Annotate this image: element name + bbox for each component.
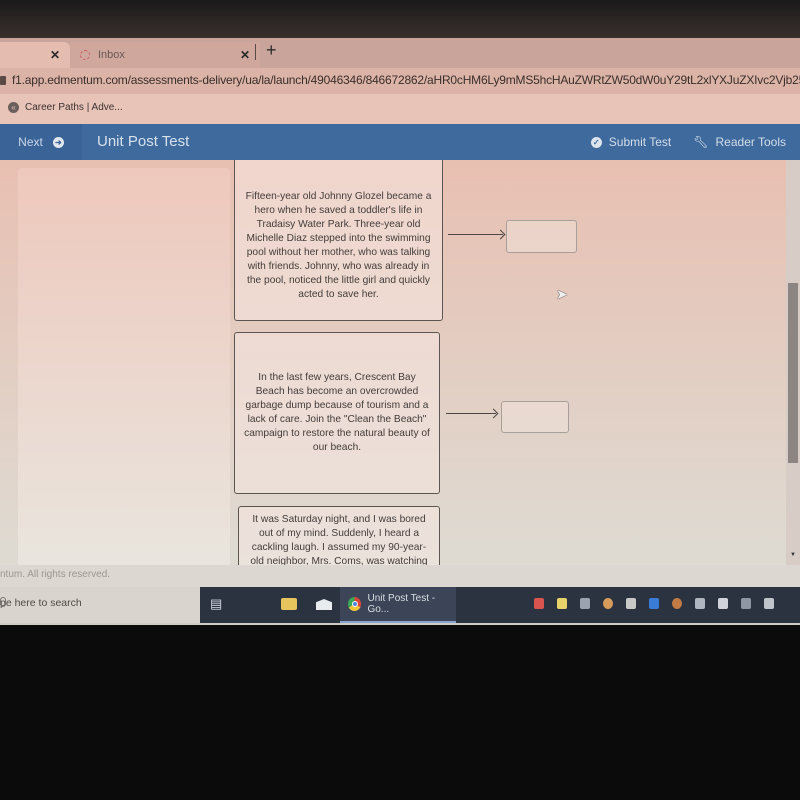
career-paths-icon: « [8, 102, 19, 113]
passage-text: In the last few years, Crescent Bay Beac… [244, 372, 430, 453]
passage-card: Fifteen-year old Johnny Glozel became a … [234, 160, 443, 321]
next-button[interactable]: Next ➜ [0, 124, 82, 160]
new-tab-button[interactable]: + [266, 40, 277, 61]
wifi-icon[interactable] [741, 598, 751, 609]
app-header: Next ➜ Unit Post Test ✓ Submit Test 🔧︎ R… [0, 124, 800, 160]
loading-spinner-icon [80, 50, 90, 60]
address-bar[interactable]: f1.app.edmentum.com/assessments-delivery… [0, 68, 800, 94]
passage-text: It was Saturday night, and I was bored o… [250, 514, 428, 565]
page-footer: ntum. All rights reserved. [0, 565, 800, 587]
question-content: Fifteen-year old Johnny Glozel became a … [0, 160, 800, 565]
passage-text: Fifteen-year old Johnny Glozel became a … [245, 191, 432, 300]
close-icon[interactable]: ✕ [50, 48, 60, 62]
reader-tools-label: Reader Tools [715, 135, 787, 149]
notes-icon[interactable] [557, 598, 567, 609]
taskbar-search-input[interactable]: pe here to search [0, 587, 200, 623]
monitor-screen: ✕ Inbox ✕ + f1.app.edmentum.com/assessme… [0, 0, 800, 625]
monitor-bezel-bottom [0, 625, 800, 800]
chrome-icon [348, 597, 362, 611]
screen-capture-icon[interactable] [695, 598, 705, 609]
shield-icon[interactable] [626, 598, 636, 609]
wrench-icon: 🔧︎ [693, 135, 709, 149]
scrollbar-thumb[interactable] [788, 283, 798, 463]
answer-drop-target[interactable] [501, 401, 569, 433]
battery-icon[interactable] [718, 598, 728, 609]
network-off-icon[interactable] [580, 598, 590, 609]
bookmark-label: Career Paths | Adve... [25, 102, 123, 113]
volume-muted-icon[interactable] [764, 598, 774, 609]
answer-drop-target[interactable] [506, 220, 577, 253]
orange-app-icon[interactable] [603, 598, 613, 609]
window-label: Unit Post Test - Go... [367, 593, 436, 615]
search-placeholder: pe here to search [0, 597, 82, 609]
reader-tools-button[interactable]: 🔧︎ Reader Tools [693, 135, 786, 149]
arrow-right-icon [446, 413, 496, 414]
app-icon-2[interactable] [672, 598, 682, 609]
lock-icon [0, 76, 6, 85]
taskbar-chrome-window[interactable]: Unit Post Test - Go... [340, 587, 456, 623]
app-icon[interactable] [534, 598, 544, 609]
file-explorer-icon[interactable] [281, 598, 297, 610]
submit-test-button[interactable]: ✓ Submit Test [590, 135, 672, 149]
close-icon[interactable]: ✕ [240, 48, 250, 62]
answer-options-panel [18, 168, 230, 565]
passage-card: It was Saturday night, and I was bored o… [238, 506, 440, 565]
task-view-icon[interactable]: ▤ [210, 596, 222, 612]
next-label: Next [18, 135, 43, 149]
tab-current[interactable]: ✕ [0, 42, 70, 68]
tab-strip: ✕ Inbox ✕ [0, 38, 800, 68]
check-circle-icon: ✓ [590, 136, 602, 148]
system-tray [534, 598, 774, 609]
url-text[interactable]: f1.app.edmentum.com/assessments-delivery… [12, 73, 800, 87]
bookmark-career-paths[interactable]: « Career Paths | Adve... [8, 102, 123, 113]
arrow-right-circle-icon: ➜ [52, 136, 64, 148]
taskbar: pe here to search ▤ Unit Post Test - Go.… [0, 587, 800, 623]
tab-inbox[interactable]: Inbox ✕ [70, 42, 260, 68]
tab-separator [255, 44, 256, 60]
arrow-right-icon [448, 234, 503, 235]
microphone-icon[interactable] [0, 597, 6, 607]
passage-card: In the last few years, Crescent Bay Beac… [234, 332, 440, 494]
submit-label: Submit Test [608, 135, 672, 149]
scroll-down-arrow-icon[interactable]: ▼ [790, 552, 796, 558]
page-title: Unit Post Test [97, 133, 190, 150]
tab-label: Inbox [98, 49, 125, 61]
monitor-bezel [0, 0, 800, 38]
bookmarks-bar: « Career Paths | Adve... [0, 94, 800, 124]
copyright-text: ntum. All rights reserved. [0, 569, 111, 580]
mouse-cursor-icon: ➤ [556, 286, 568, 302]
bluetooth-icon[interactable] [649, 598, 659, 609]
mail-icon[interactable] [316, 599, 332, 610]
